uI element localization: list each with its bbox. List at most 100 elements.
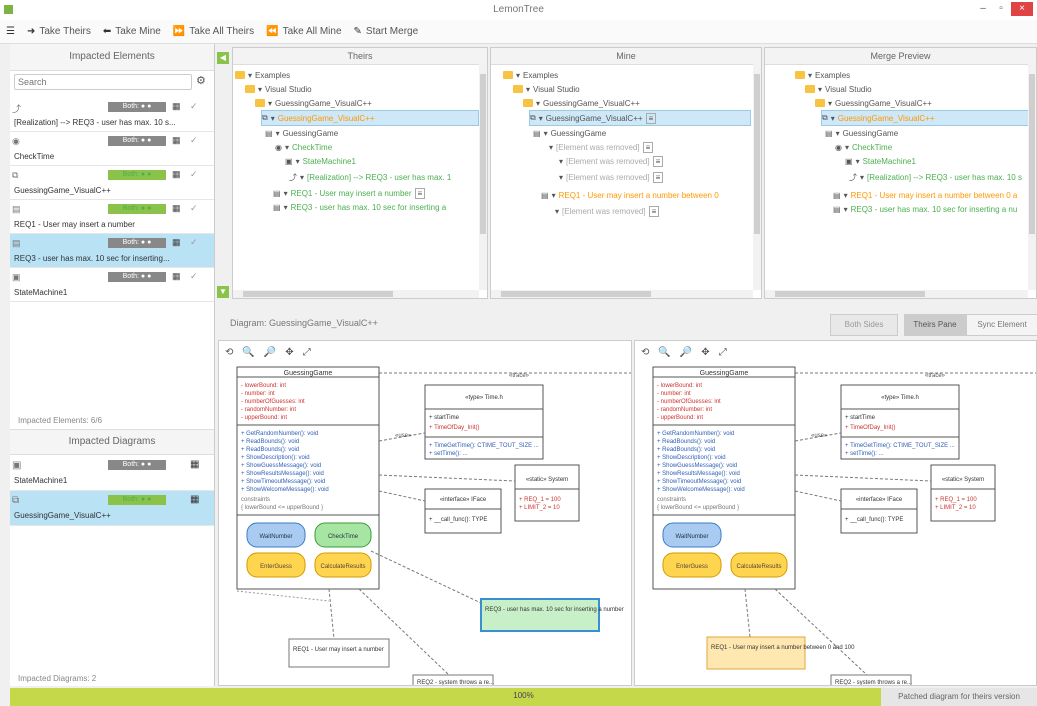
take-all-mine-button[interactable]: ⏪ Take All Mine bbox=[266, 26, 341, 37]
expand-icon: ▾ bbox=[300, 172, 305, 182]
tree-node[interactable]: ▤ ▾ GuessingGame bbox=[825, 126, 898, 140]
collapse-down-icon[interactable]: ▼ bbox=[217, 286, 229, 298]
take-mine-button[interactable]: ⬅ Take Mine bbox=[103, 26, 161, 37]
expand-icon: ▾ bbox=[295, 156, 300, 166]
tree-node[interactable]: ◉ ▾ CheckTime bbox=[835, 140, 892, 154]
tree-node[interactable]: ⧉ ▾ GuessingGame_VisualC++ bbox=[821, 110, 1035, 126]
tree-node[interactable]: ▾ GuessingGame_VisualC++ bbox=[815, 96, 932, 110]
vertical-scrollbar[interactable] bbox=[1028, 64, 1036, 290]
tree-node[interactable]: ▾ [Element was removed] ≡ bbox=[559, 154, 664, 168]
tree-node[interactable]: ▤ ▾ REQ3 - user has max. 10 sec for insert… bbox=[833, 202, 1017, 216]
horizontal-scrollbar[interactable] bbox=[765, 290, 1028, 298]
tree-node[interactable]: ▾ GuessingGame_VisualC++ bbox=[255, 96, 372, 110]
tree-node[interactable]: ▤ ▾ REQ1 - User may insert a number betwee… bbox=[541, 188, 719, 202]
sync-element-button[interactable]: Sync Element bbox=[966, 314, 1037, 336]
diff-badge-icon: ≡ bbox=[652, 171, 664, 183]
take-theirs-button[interactable]: ➜ Take Theirs bbox=[27, 26, 91, 37]
status-badge: Both: ● ● bbox=[108, 170, 166, 180]
start-merge-button[interactable]: ✎ Start Merge bbox=[354, 26, 419, 37]
list-item[interactable]: ◉ Both: ● ● ▦ ✓ CheckTime bbox=[10, 132, 214, 166]
list-item[interactable]: ⧉ Both: ● ● ▦ ✓ GuessingGame_VisualC++ bbox=[10, 166, 214, 200]
tree-node[interactable]: ▾ Examples bbox=[503, 68, 558, 82]
expand-icon: ▾ bbox=[551, 190, 556, 200]
state-icon: ◉ bbox=[12, 136, 20, 146]
search-input[interactable] bbox=[14, 74, 192, 90]
vertical-scrollbar[interactable] bbox=[753, 64, 761, 290]
tree-node[interactable]: ▾ Visual Studio bbox=[245, 82, 312, 96]
merge-preview-diagram-canvas[interactable]: ⟲ 🔍 🔎 ✥ ⤢ GuessingGame - lowerBound: int… bbox=[634, 340, 1037, 686]
arrow-right-icon: ➜ bbox=[26, 26, 36, 37]
tree-node[interactable]: ⧉ ▾ GuessingGame_VisualC++ ≡ bbox=[529, 110, 751, 126]
tree-node[interactable]: ◉ ▾ CheckTime bbox=[275, 140, 332, 154]
iface-class bbox=[840, 488, 918, 534]
diff-badge-icon: ≡ bbox=[414, 187, 426, 199]
tree-node[interactable]: ▣ ▾ StateMachine1 bbox=[845, 154, 916, 168]
vertical-scrollbar[interactable] bbox=[479, 64, 487, 290]
maximize-icon[interactable]: ▫ bbox=[993, 2, 1009, 16]
tree-node[interactable]: ⧉ ▾ GuessingGame_VisualC++ bbox=[261, 110, 479, 126]
double-arrow-left-icon: ⏪ bbox=[266, 26, 279, 37]
tree-node[interactable]: ⤴ ▾ [Realization] --> REQ3 - user has max.… bbox=[849, 170, 1022, 184]
list-item[interactable]: ▤ Both: ● ● ▦ ✓ REQ1 - User may insert a num… bbox=[10, 200, 214, 234]
tree-node[interactable]: ▤ ▾ REQ1 - User may insert a number betwee… bbox=[833, 188, 1017, 202]
diagram-toolbar: Diagram: GuessingGame_VisualC++ Both Sid… bbox=[218, 312, 1037, 338]
svg-text:«trace»: «trace» bbox=[509, 373, 530, 379]
tree-node[interactable]: ▾ [Element was removed] ≡ bbox=[549, 140, 654, 154]
expand-icon: ▾ bbox=[818, 84, 823, 94]
expand-icon: ▾ bbox=[830, 113, 835, 123]
list-item[interactable]: ⧉ Both: ● ● ▦ GuessingGame_VisualC++ bbox=[10, 491, 214, 526]
minimize-icon[interactable]: – bbox=[975, 2, 991, 16]
grid-icon: ▦ bbox=[172, 203, 181, 213]
list-item[interactable]: ⤴ Both: ● ● ▦ ✓ [Realization] --> REQ3 - use… bbox=[10, 98, 214, 132]
tree-node[interactable]: ⤴ ▾ [Realization] --> REQ3 - user has max.… bbox=[289, 170, 451, 184]
tree-node[interactable]: ▾ [Element was removed] ≡ bbox=[555, 204, 660, 218]
close-icon[interactable]: × bbox=[1011, 2, 1033, 16]
statemachine-icon: ▣ bbox=[285, 156, 293, 166]
take-theirs-label: Take Theirs bbox=[39, 26, 91, 37]
diff-badge-icon: ≡ bbox=[648, 205, 660, 217]
tree-node[interactable]: ▣ ▾ StateMachine1 bbox=[285, 154, 356, 168]
menu-button[interactable]: ☰ bbox=[6, 26, 15, 37]
window-title: LemonTree bbox=[493, 4, 544, 15]
svg-text:«use»: «use» bbox=[811, 433, 828, 439]
folder-icon bbox=[503, 71, 513, 79]
theirs-diagram-canvas[interactable]: ⟲ 🔍 🔎 ✥ ⤢ GuessingGame - lowerBound: int… bbox=[218, 340, 632, 686]
tree-node[interactable]: ▾ Examples bbox=[235, 68, 290, 82]
diagram-label: GuessingGame_VisualC++ bbox=[14, 511, 111, 520]
svg-text:+ GetRandomNumber(): void: + GetRandomNumber(): void bbox=[657, 431, 734, 437]
expand-icon: ▾ bbox=[844, 142, 849, 152]
horizontal-scrollbar[interactable] bbox=[491, 290, 753, 298]
window-controls: – ▫ × bbox=[975, 2, 1033, 16]
both-sides-button[interactable]: Both Sides bbox=[830, 314, 898, 336]
horizontal-scrollbar[interactable] bbox=[233, 290, 479, 298]
theirs-pane-button[interactable]: Theirs Pane bbox=[904, 314, 966, 336]
start-merge-label: Start Merge bbox=[365, 26, 419, 37]
tree-node[interactable]: ▾ GuessingGame_VisualC++ bbox=[523, 96, 640, 110]
tree-node[interactable]: ▾ [Element was removed] ≡ bbox=[559, 170, 664, 184]
impacted-diagrams-header: Impacted Diagrams bbox=[10, 429, 214, 455]
tree-node[interactable]: ▾ Visual Studio bbox=[805, 82, 872, 96]
svg-text:«interface» IFace: «interface» IFace bbox=[856, 497, 903, 503]
tree-node[interactable]: ▾ Examples bbox=[795, 68, 850, 82]
tree-node[interactable]: ▤ ▾ REQ3 - user has max. 10 sec for insert… bbox=[273, 200, 446, 214]
svg-text:- randomNumber: int: - randomNumber: int bbox=[657, 407, 712, 413]
theirs-pane-title: Theirs bbox=[233, 48, 487, 65]
status-badge: Both: ● ● bbox=[108, 238, 166, 248]
tree-node[interactable]: ▤ ▾ GuessingGame bbox=[533, 126, 606, 140]
take-all-mine-label: Take All Mine bbox=[282, 26, 342, 37]
list-item[interactable]: ▤ Both: ● ● ▦ ✓ REQ3 - user has max. 10 sec … bbox=[10, 234, 214, 268]
gear-icon[interactable]: ⚙ bbox=[196, 74, 206, 87]
folder-icon bbox=[523, 99, 533, 107]
svg-text:+ setTime(): ...: + setTime(): ... bbox=[429, 451, 468, 457]
svg-text:+ ShowGuessMessage(): void: + ShowGuessMessage(): void bbox=[241, 463, 321, 469]
tree-node[interactable]: ▾ Visual Studio bbox=[513, 82, 580, 96]
list-item[interactable]: ▣ Both: ● ● ▦ StateMachine1 bbox=[10, 456, 214, 491]
take-all-theirs-button[interactable]: ⏩ Take All Theirs bbox=[173, 26, 254, 37]
diagram-svg: GuessingGame - lowerBound: int - number:… bbox=[236, 366, 631, 685]
expand-icon: ▾ bbox=[828, 98, 833, 108]
list-item[interactable]: ▣ Both: ● ● ▦ ✓ StateMachine1 bbox=[10, 268, 214, 302]
collapse-left-icon[interactable]: ◀ bbox=[217, 52, 229, 64]
tree-node[interactable]: ▤ ▾ GuessingGame bbox=[265, 126, 338, 140]
tree-node[interactable]: ▤ ▾ REQ1 - User may insert a number ≡ bbox=[273, 186, 426, 200]
expand-icon: ▾ bbox=[559, 156, 564, 166]
